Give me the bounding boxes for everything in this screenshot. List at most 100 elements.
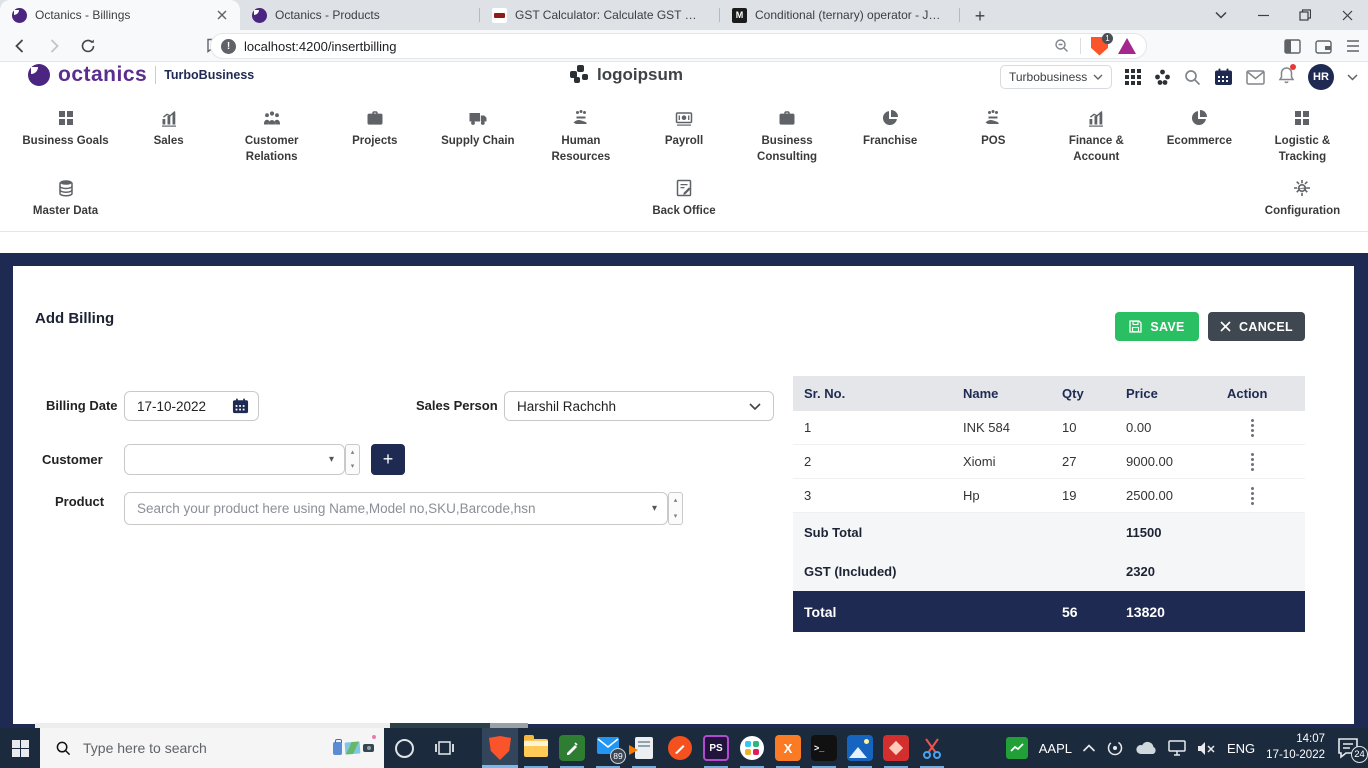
taskbar-phpstorm[interactable]: PS (698, 728, 734, 768)
reload-icon[interactable] (74, 32, 102, 60)
wallet-icon[interactable] (1315, 39, 1332, 54)
hidden-icons-chevron[interactable] (1083, 744, 1095, 752)
tab-gst-calculator[interactable]: GST Calculator: Calculate GST Rates in (480, 0, 720, 30)
tray-camera-icon[interactable] (1106, 739, 1124, 757)
nav-business-goals[interactable]: Business Goals (14, 108, 117, 165)
dropdown-caret-icon[interactable]: ▾ (329, 454, 334, 465)
taskbar-mail[interactable]: 89 (590, 728, 626, 768)
onedrive-icon[interactable] (1135, 741, 1157, 755)
nav-logistic-tracking[interactable]: Logistic & Tracking (1251, 108, 1354, 165)
menu-icon[interactable] (1346, 40, 1360, 52)
tab-search-chevron-icon[interactable] (1200, 0, 1242, 30)
product-search-input[interactable] (125, 501, 652, 516)
language-indicator[interactable]: ENG (1227, 741, 1255, 756)
row-actions-menu-icon[interactable] (1227, 419, 1305, 437)
nav-human-resources[interactable]: Human Resources (529, 108, 632, 165)
site-info-icon[interactable]: ! (221, 39, 236, 54)
dropdown-caret-icon[interactable]: ▾ (652, 503, 657, 514)
taskbar-snipping-tool[interactable] (914, 728, 950, 768)
minimize-icon[interactable] (1242, 0, 1284, 30)
calendar-icon[interactable] (1214, 68, 1233, 86)
stocks-widget-icon[interactable] (1006, 737, 1028, 759)
close-window-icon[interactable] (1326, 0, 1368, 30)
notifications-bell-icon[interactable] (1278, 66, 1295, 89)
back-icon[interactable] (6, 32, 34, 60)
action-center-icon[interactable]: 24 (1336, 737, 1362, 759)
forward-icon[interactable] (40, 32, 68, 60)
tab-octanics-billings[interactable]: Octanics - Billings (0, 0, 240, 30)
task-view-button[interactable] (424, 728, 464, 768)
notification-badge: 24 (1351, 746, 1368, 763)
tab-title: Octanics - Products (275, 8, 462, 22)
calendar-icon[interactable] (232, 398, 249, 414)
sidebar-icon[interactable] (1284, 39, 1301, 54)
taskbar-cmd[interactable]: >_ (806, 728, 842, 768)
new-tab-button[interactable]: + (966, 2, 994, 30)
cortana-button[interactable] (384, 728, 424, 768)
zoom-out-icon[interactable] (1054, 38, 1070, 54)
tab-close-icon[interactable] (214, 7, 230, 23)
network-icon[interactable] (1168, 740, 1186, 756)
workspace-select[interactable]: Turbobusiness (1000, 65, 1112, 89)
nav-business-consulting[interactable]: Business Consulting (736, 108, 839, 165)
save-button[interactable]: SAVE (1115, 312, 1199, 341)
nav-supply-chain[interactable]: Supply Chain (426, 108, 529, 165)
billing-date-input[interactable] (125, 399, 232, 414)
url-text[interactable]: localhost:4200/insertbilling (244, 39, 1054, 54)
search-highlight-graphic[interactable] (333, 742, 374, 755)
octanics-logo[interactable]: octanics TurboBusiness (28, 63, 254, 87)
taskbar-brave[interactable] (482, 728, 518, 768)
nav-finance-account[interactable]: Finance & Account (1045, 108, 1148, 165)
cancel-button[interactable]: CANCEL (1208, 312, 1305, 341)
stock-ticker[interactable]: AAPL (1039, 741, 1072, 756)
taskbar-notes-app[interactable] (554, 728, 590, 768)
nav-projects[interactable]: Projects (323, 108, 426, 165)
nav-configuration[interactable]: Configuration (1251, 178, 1354, 220)
nav-payroll[interactable]: Payroll (632, 108, 735, 165)
apps-grid-icon[interactable] (1125, 69, 1141, 85)
row-actions-menu-icon[interactable] (1227, 487, 1305, 505)
taskbar-clock[interactable]: 14:07 17-10-2022 (1266, 732, 1325, 763)
brave-rewards-icon[interactable] (1118, 38, 1136, 54)
add-customer-button[interactable]: + (371, 444, 405, 475)
taskbar-search[interactable]: Type here to search (40, 728, 384, 768)
logoipsum-text: logoipsum (597, 65, 683, 85)
product-stepper[interactable]: ▴▾ (668, 492, 683, 525)
taskbar-slack[interactable] (734, 728, 770, 768)
nav-master-data[interactable]: Master Data (14, 178, 117, 220)
taskbar-file-explorer[interactable] (518, 728, 554, 768)
mail-icon[interactable] (1246, 70, 1265, 85)
table-row: 1 INK 584 10 0.00 (793, 411, 1305, 445)
sales-person-select[interactable]: Harshil Rachchh (504, 391, 774, 421)
taskbar-diamond-app[interactable] (878, 728, 914, 768)
nav-ecommerce[interactable]: Ecommerce (1148, 108, 1251, 165)
customer-input[interactable] (125, 452, 329, 467)
nav-pos[interactable]: POS (942, 108, 1045, 165)
tab-mdn-ternary[interactable]: M Conditional (ternary) operator - JavaS… (720, 0, 960, 30)
search-icon[interactable] (1184, 69, 1201, 86)
volume-muted-icon[interactable] (1197, 741, 1216, 756)
customer-stepper[interactable]: ▴▾ (345, 444, 360, 475)
avatar[interactable]: HR (1308, 64, 1334, 90)
nav-customer-relations[interactable]: Customer Relations (220, 108, 323, 165)
taskbar-xampp[interactable]: X (770, 728, 806, 768)
billing-date-field[interactable] (124, 391, 259, 421)
taskbar-photos[interactable] (842, 728, 878, 768)
briefcase-icon (777, 108, 797, 128)
taskbar-orange-pen-app[interactable] (662, 728, 698, 768)
asterisk-mark-icon[interactable] (1154, 69, 1171, 86)
taskbar-document-app[interactable] (626, 728, 662, 768)
restore-icon[interactable] (1284, 0, 1326, 30)
address-bar[interactable]: ! localhost:4200/insertbilling 1 (210, 33, 1147, 59)
nav-back-office[interactable]: Back Office (632, 178, 735, 220)
nav-franchise[interactable]: Franchise (839, 108, 942, 165)
customer-combobox[interactable]: ▾ (124, 444, 345, 475)
tab-octanics-products[interactable]: Octanics - Products (240, 0, 480, 30)
nav-sales[interactable]: Sales (117, 108, 220, 165)
start-button[interactable] (0, 728, 40, 768)
row-actions-menu-icon[interactable] (1227, 453, 1305, 471)
product-search-combobox[interactable]: ▾ (124, 492, 668, 525)
profile-chevron-icon[interactable] (1347, 74, 1358, 81)
brave-shield-icon[interactable]: 1 (1091, 37, 1108, 56)
tab-title: Conditional (ternary) operator - JavaSc (755, 8, 942, 22)
